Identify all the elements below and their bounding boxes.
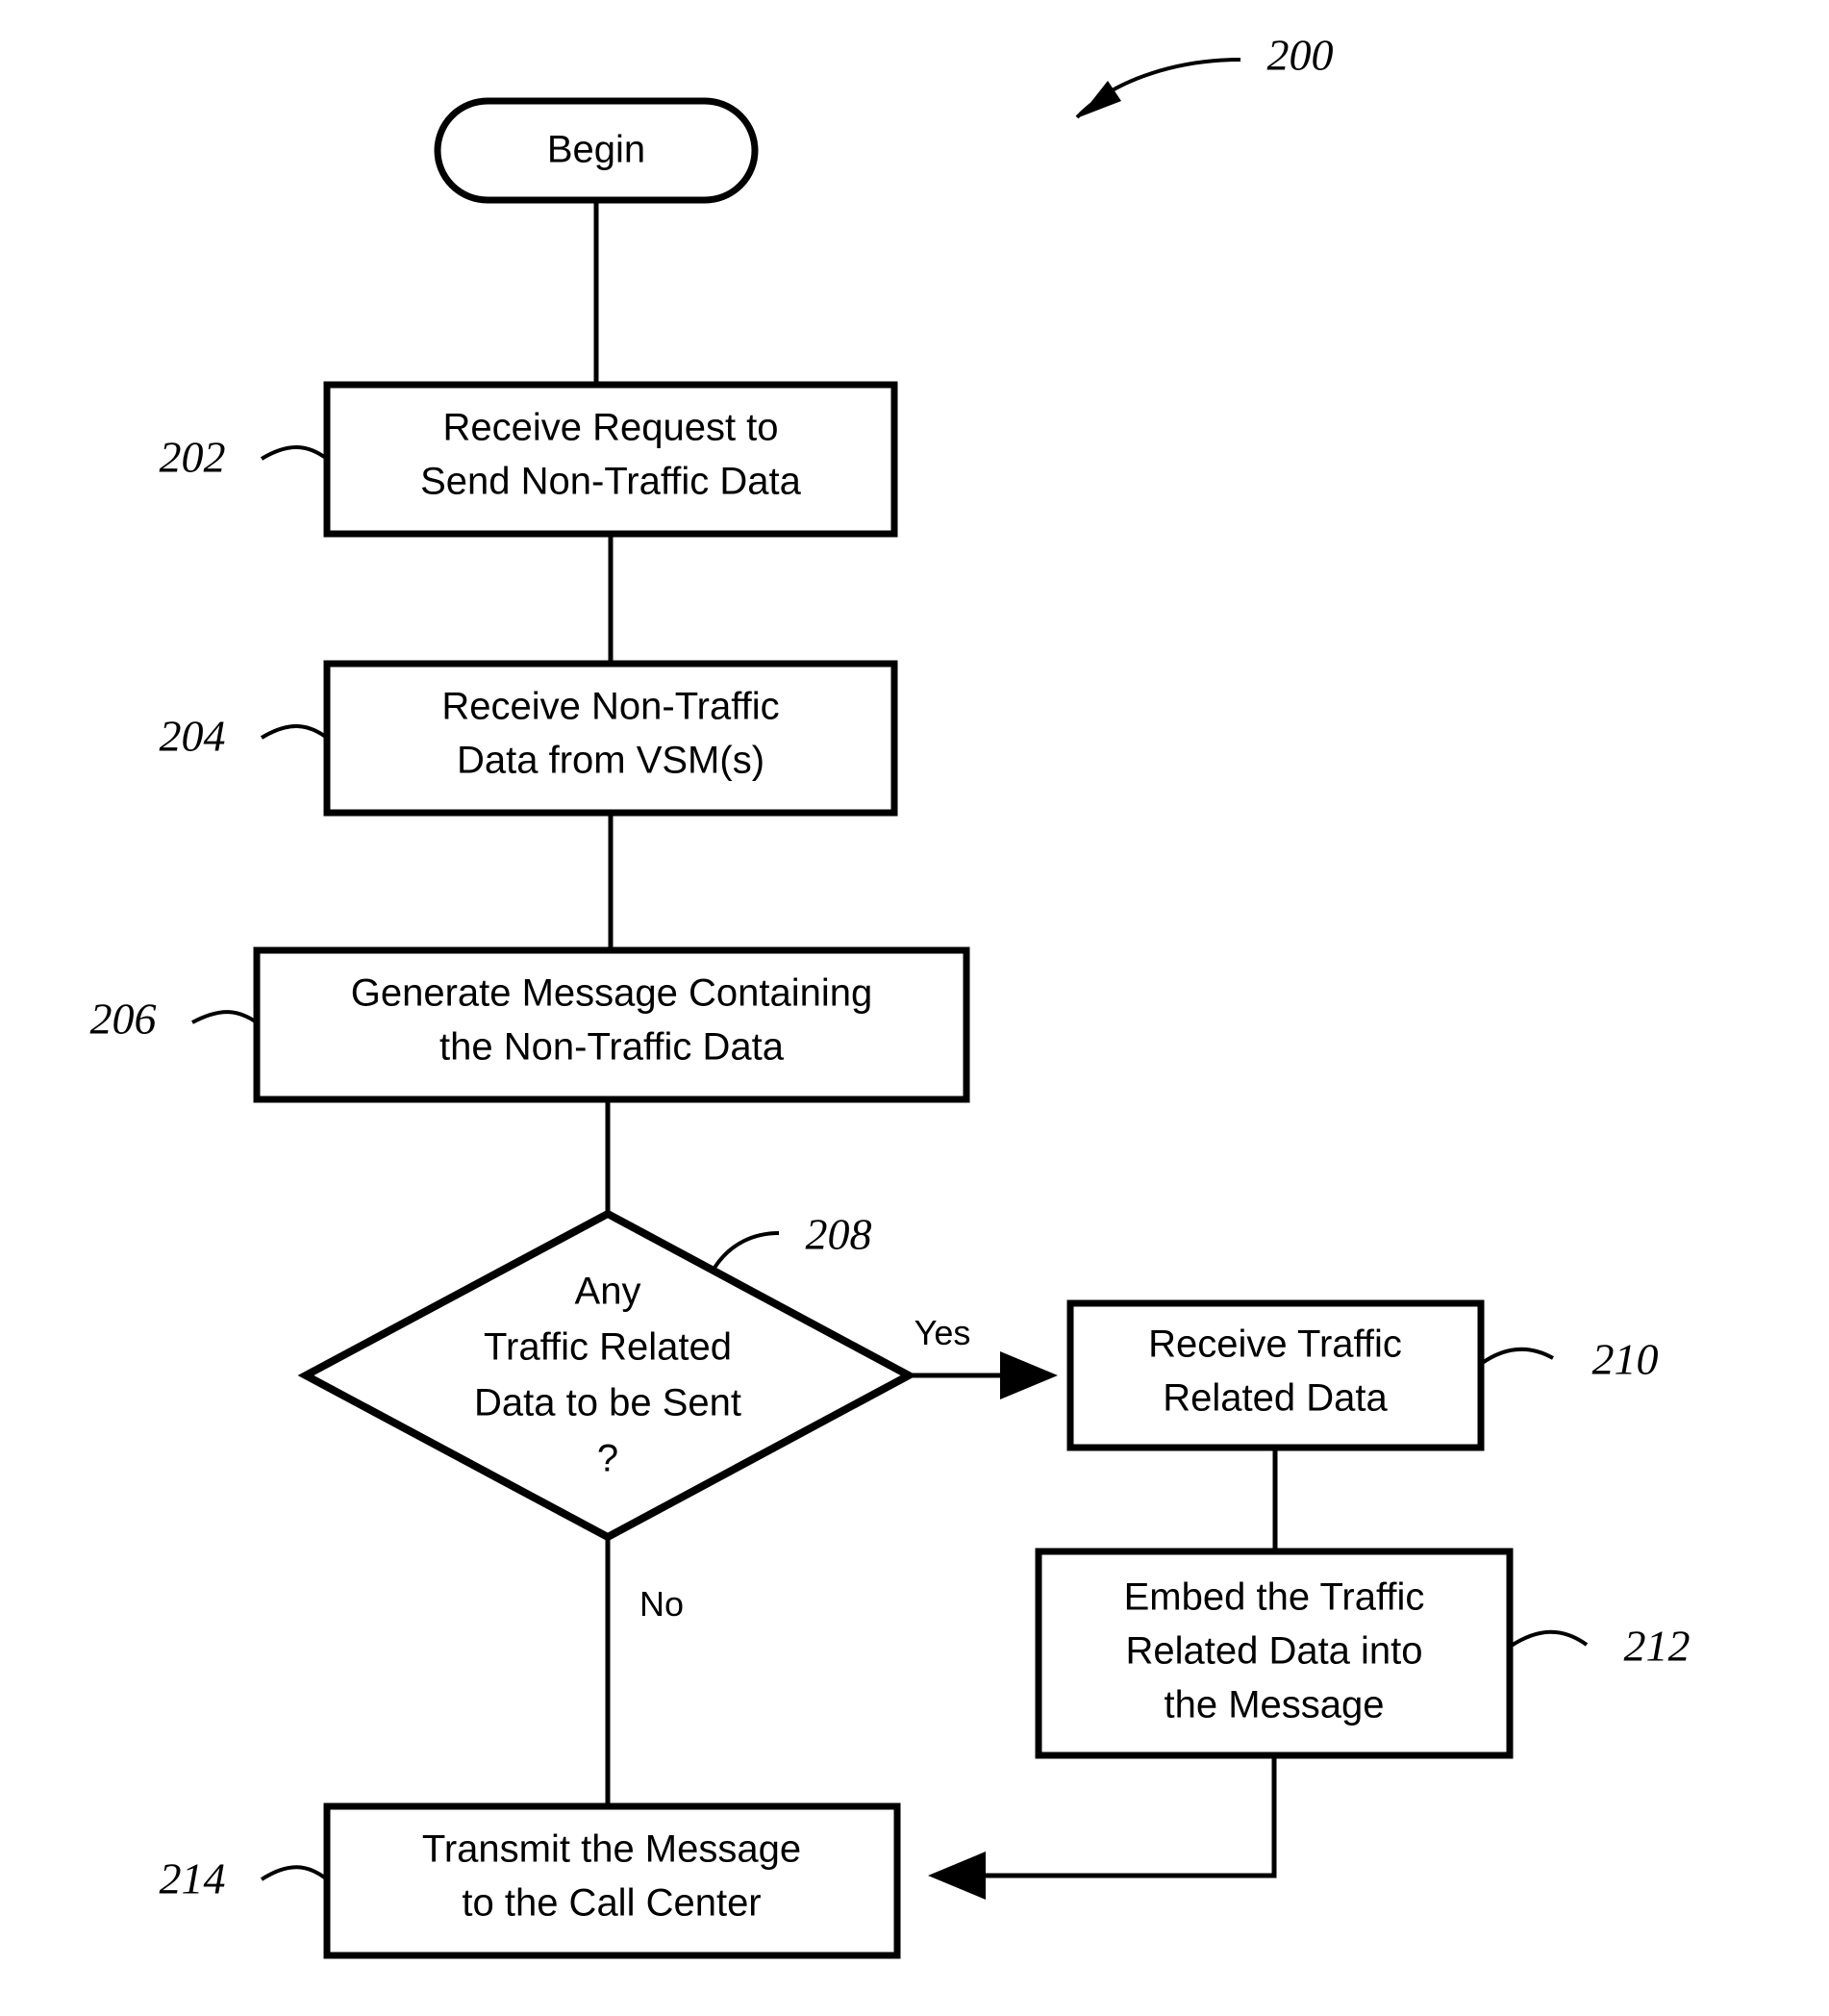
- node-begin: Begin: [434, 97, 759, 204]
- edge-label-yes: Yes: [914, 1313, 971, 1352]
- ref-204-label: 204: [160, 712, 226, 761]
- figure-canvas: 200 Begin Receive Request to Send Non-Tr…: [0, 0, 1829, 2016]
- figure-ref-leader: [1075, 58, 1241, 119]
- ref-206-leader: [191, 1010, 259, 1024]
- step-214-line2: to the Call Center: [462, 1882, 761, 1925]
- step-206-line1: Generate Message Containing: [351, 972, 873, 1015]
- ref-202-label: 202: [160, 433, 226, 482]
- ref-208-group: 208: [713, 1210, 872, 1270]
- node-step-204: Receive Non-Traffic Data from VSM(s): [323, 660, 898, 817]
- ref-214-group: 214: [160, 1854, 329, 1903]
- edge-212-to-214: [928, 1755, 1277, 1900]
- step-202-line2: Send Non-Traffic Data: [420, 461, 801, 503]
- step-202-line1: Receive Request to: [442, 407, 778, 449]
- ref-208-leader: [713, 1231, 780, 1270]
- ref-206-label: 206: [90, 995, 157, 1044]
- ref-212-label: 212: [1624, 1622, 1691, 1671]
- step-210-line1: Receive Traffic: [1148, 1323, 1402, 1366]
- decision-208-shape: [297, 1209, 917, 1542]
- ref-210-leader: [1479, 1347, 1554, 1366]
- step-206-line2: the Non-Traffic Data: [439, 1026, 785, 1069]
- ref-214-label: 214: [160, 1854, 226, 1903]
- step-212-line2: Related Data into: [1125, 1630, 1422, 1673]
- step-210-line2: Related Data: [1163, 1377, 1388, 1420]
- ref-214-leader: [260, 1865, 329, 1881]
- figure-ref-arrowhead: [1079, 81, 1121, 117]
- node-step-214: Transmit the Message to the Call Center: [323, 1802, 901, 1959]
- ref-208-label: 208: [806, 1210, 872, 1259]
- decision-208-line3: Data to be Sent: [474, 1382, 741, 1424]
- flowchart-svg: 200 Begin Receive Request to Send Non-Tr…: [90, 31, 1691, 1959]
- ref-202-group: 202: [160, 433, 329, 482]
- decision-208-line1: Any: [575, 1271, 641, 1313]
- ref-210-label: 210: [1592, 1335, 1659, 1384]
- decision-208-line4: ?: [597, 1438, 618, 1480]
- node-step-210: Receive Traffic Related Data: [1066, 1299, 1485, 1451]
- decision-208-line2: Traffic Related: [484, 1326, 732, 1369]
- ref-202-leader: [260, 445, 329, 461]
- step-212-line1: Embed the Traffic: [1124, 1576, 1425, 1619]
- ref-206-group: 206: [90, 995, 259, 1044]
- ref-212-leader: [1508, 1629, 1589, 1649]
- edge-label-no: No: [639, 1584, 684, 1624]
- step-212-line3: the Message: [1164, 1684, 1384, 1726]
- figure-ref-200-label: 200: [1267, 31, 1334, 80]
- begin-label: Begin: [547, 129, 645, 171]
- ref-212-group: 212: [1508, 1622, 1691, 1671]
- node-step-206: Generate Message Containing the Non-Traf…: [253, 946, 970, 1103]
- node-step-202: Receive Request to Send Non-Traffic Data: [323, 381, 898, 538]
- step-214-line1: Transmit the Message: [422, 1828, 801, 1871]
- ref-210-group: 210: [1479, 1335, 1659, 1384]
- step-204-line2: Data from VSM(s): [457, 740, 764, 782]
- figure-ref-200-group: 200: [1075, 31, 1334, 119]
- step-204-line1: Receive Non-Traffic: [441, 686, 779, 728]
- ref-204-group: 204: [160, 712, 329, 761]
- node-step-212: Embed the Traffic Related Data into the …: [1035, 1548, 1514, 1759]
- ref-204-leader: [260, 724, 329, 740]
- node-decision-208: Any Traffic Related Data to be Sent ?: [297, 1209, 917, 1542]
